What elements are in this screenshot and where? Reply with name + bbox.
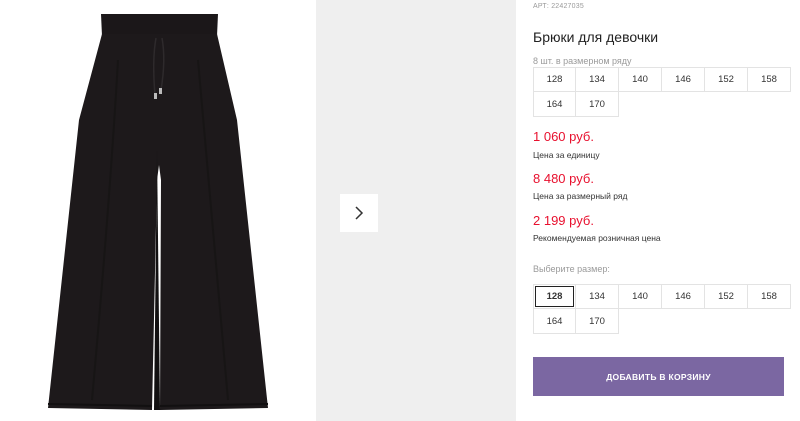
size-row-cell: 170 bbox=[576, 92, 619, 117]
size-option-146[interactable]: 146 bbox=[662, 284, 705, 309]
size-row-cell: 140 bbox=[619, 67, 662, 92]
size-option-152[interactable]: 152 bbox=[705, 284, 748, 309]
size-option-128[interactable]: 128 bbox=[533, 284, 576, 309]
retail-price: 2 199 руб. bbox=[533, 213, 594, 228]
product-gallery bbox=[0, 0, 520, 421]
size-row-price: 8 480 руб. bbox=[533, 171, 594, 186]
size-option-140[interactable]: 140 bbox=[619, 284, 662, 309]
size-row-price-caption: Цена за размерный ряд bbox=[533, 191, 628, 201]
pants-image bbox=[47, 14, 269, 410]
size-option-164[interactable]: 164 bbox=[533, 309, 576, 334]
size-row-cell: 152 bbox=[705, 67, 748, 92]
size-row-cell: 134 bbox=[576, 67, 619, 92]
size-row-table: 128 134 140 146 152 158 164 170 bbox=[533, 67, 791, 117]
product-photo[interactable] bbox=[0, 0, 310, 421]
next-image-button[interactable] bbox=[340, 194, 378, 232]
chevron-right-icon bbox=[355, 206, 364, 220]
size-row-label: 8 шт. в размерном ряду bbox=[533, 56, 632, 66]
product-title: Брюки для девочки bbox=[533, 29, 659, 45]
size-selector: 128 134 140 146 152 158 164 170 bbox=[533, 284, 791, 334]
unit-price: 1 060 руб. bbox=[533, 129, 594, 144]
unit-price-caption: Цена за единицу bbox=[533, 150, 600, 160]
size-row-cell: 158 bbox=[748, 67, 791, 92]
size-option-170[interactable]: 170 bbox=[576, 309, 619, 334]
size-option-158[interactable]: 158 bbox=[748, 284, 791, 309]
retail-price-caption: Рекомендуемая розничная цена bbox=[533, 233, 661, 243]
size-row-cell: 146 bbox=[662, 67, 705, 92]
choose-size-label: Выберите размер: bbox=[533, 264, 610, 274]
product-info: АРТ: 22427035 Брюки для девочки 8 шт. в … bbox=[533, 0, 800, 421]
size-row-cell: 164 bbox=[533, 92, 576, 117]
size-option-134[interactable]: 134 bbox=[576, 284, 619, 309]
size-row-cell: 128 bbox=[533, 67, 576, 92]
article-number: АРТ: 22427035 bbox=[533, 3, 584, 10]
add-to-cart-button[interactable]: ДОБАВИТЬ В КОРЗИНУ bbox=[533, 357, 784, 396]
